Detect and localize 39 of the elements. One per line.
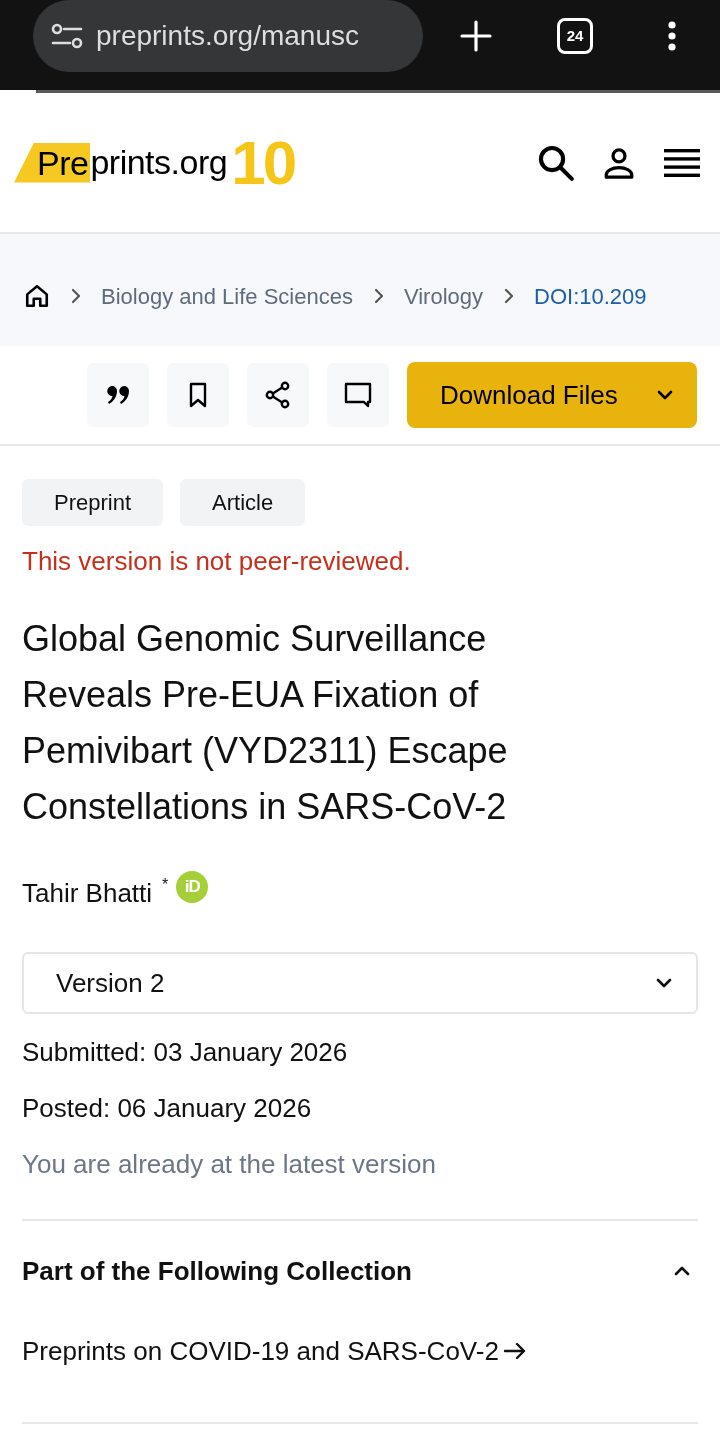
article-type-tag: Preprint (22, 479, 164, 526)
comment-icon (344, 382, 372, 408)
corresponding-author-mark: * (162, 877, 169, 893)
share-icon (264, 381, 292, 409)
chevron-down-icon (656, 978, 672, 988)
menu-icon (664, 148, 700, 177)
article-title: Global Genomic Surveillance Reveals Pre-EUA Fixation of Pemivibart (VYD2311) Escape Constellations in SARS-CoV-2 (22, 617, 509, 829)
breadcrumb-link[interactable]: Virology (403, 279, 484, 313)
chevron-down-icon (657, 390, 673, 400)
collection-heading[interactable]: Part of the Following Collection (22, 1255, 412, 1287)
breadcrumb-link[interactable]: DOI:10.209 (534, 279, 647, 313)
version-select[interactable]: Version 2 (22, 952, 698, 1014)
chevron-right-icon (71, 288, 81, 304)
chevron-right-icon (504, 288, 515, 304)
share-button[interactable] (247, 363, 309, 427)
arrow-right-icon (502, 1342, 527, 1360)
tune-icon (51, 23, 83, 49)
bookmark-button[interactable] (167, 363, 229, 427)
comment-button[interactable] (327, 363, 389, 427)
logo-anniversary-mark: 10 (231, 136, 295, 189)
chevron-right-icon (373, 288, 384, 304)
search-icon (537, 143, 575, 182)
latest-version-note: You are already at the latest version (22, 1148, 437, 1180)
address-bar[interactable]: preprints.org/manusc (33, 0, 423, 72)
article-type-tag: Article (180, 479, 306, 526)
date-text: Posted: 06 January 2026 (22, 1092, 313, 1124)
author-name[interactable]: Tahir Bhatti (22, 877, 153, 909)
quote-icon (107, 386, 129, 404)
tab-count[interactable]: 24 (557, 18, 593, 54)
home-icon (24, 283, 50, 309)
date-text: Submitted: 03 January 2026 (22, 1036, 349, 1068)
plus-icon (460, 20, 492, 52)
site-logo-wordmark[interactable]: Preprints.org (14, 137, 228, 188)
collection-link[interactable]: Preprints on COVID-19 and SARS-CoV-2 (22, 1335, 698, 1367)
breadcrumb-link[interactable]: Biology and Life Sciences (101, 279, 353, 313)
peer-review-notice: This version is not peer-reviewed. (22, 545, 412, 577)
cite-button[interactable] (87, 363, 149, 427)
download-files-button[interactable]: Download Files (407, 362, 697, 428)
user-icon (602, 145, 636, 180)
